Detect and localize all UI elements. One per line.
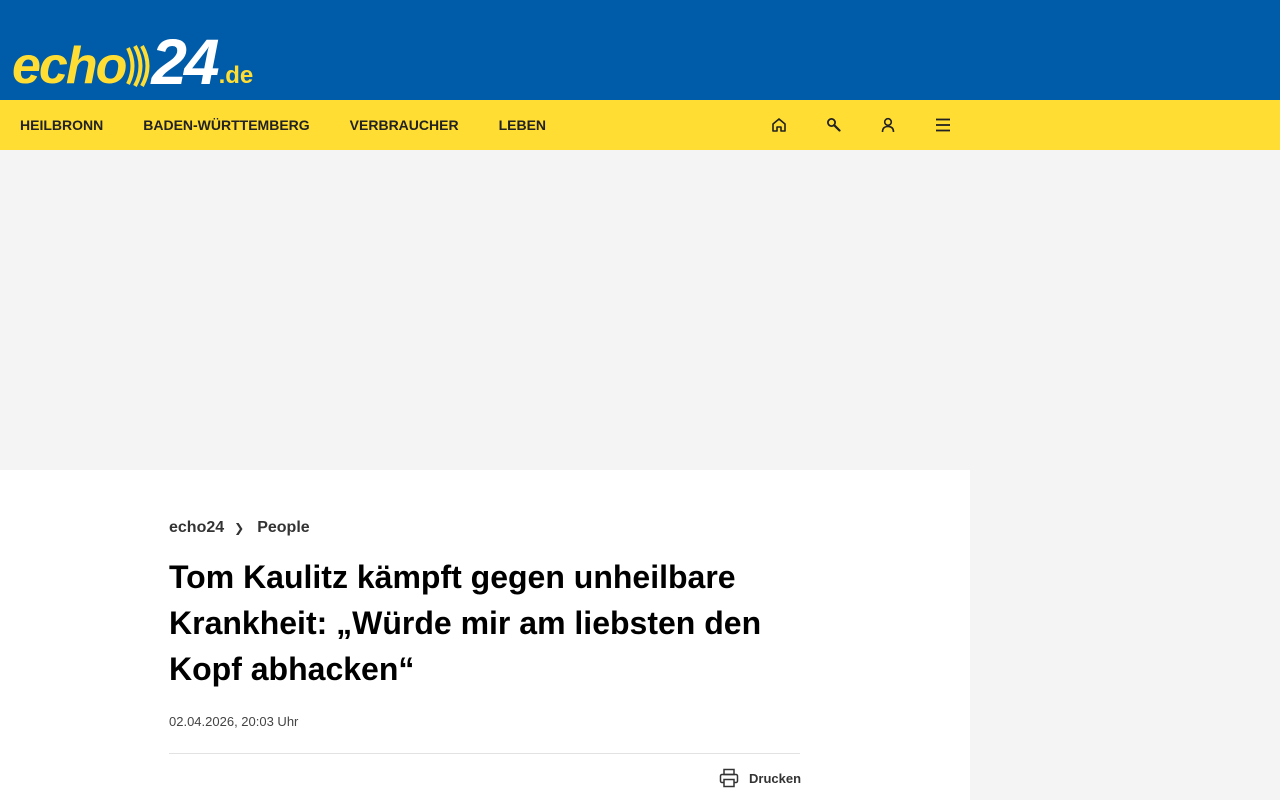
home-icon[interactable] [752,100,807,150]
printer-icon [719,768,739,788]
breadcrumb-home-link[interactable]: echo24 [169,519,224,537]
logo-waves-icon [125,44,151,88]
nav-item-heilbronn[interactable]: HEILBRONN [0,100,123,150]
nav-item-leben[interactable]: LEBEN [479,100,566,150]
logo-de-text: .de [218,62,254,89]
ad-placeholder [0,150,1280,470]
logo-echo-text: echo [12,37,127,95]
nav-icon-group [752,100,970,150]
divider [169,753,800,754]
article-headline: Tom Kaulitz kämpft gegen unheilbare Kran… [169,559,762,687]
breadcrumb-separator-icon: ❯ [234,521,245,535]
breadcrumb-section-link[interactable]: People [257,519,309,537]
site-header: echo 24 .de [0,0,1280,100]
user-icon[interactable] [861,100,916,150]
print-button[interactable]: Drucken [718,767,801,789]
search-icon[interactable] [807,100,862,150]
article-container: echo24 ❯ People Tom Kaulitz kämpft gegen… [0,470,970,800]
print-label: Drucken [749,770,802,786]
main-navigation: HEILBRONN BADEN-WÜRTTEMBERG VERBRAUCHER … [0,100,1280,150]
site-logo[interactable]: echo 24 .de [12,22,254,99]
logo-24-text: 24 [151,26,219,99]
nav-item-verbraucher[interactable]: VERBRAUCHER [330,100,479,150]
menu-icon[interactable] [916,100,971,150]
article-date: 02.04.2026, 20:03 Uhr [169,714,299,729]
nav-item-baden-wuerttemberg[interactable]: BADEN-WÜRTTEMBERG [123,100,329,150]
nav-list: HEILBRONN BADEN-WÜRTTEMBERG VERBRAUCHER … [0,100,566,150]
breadcrumb: echo24 ❯ People [169,519,310,537]
